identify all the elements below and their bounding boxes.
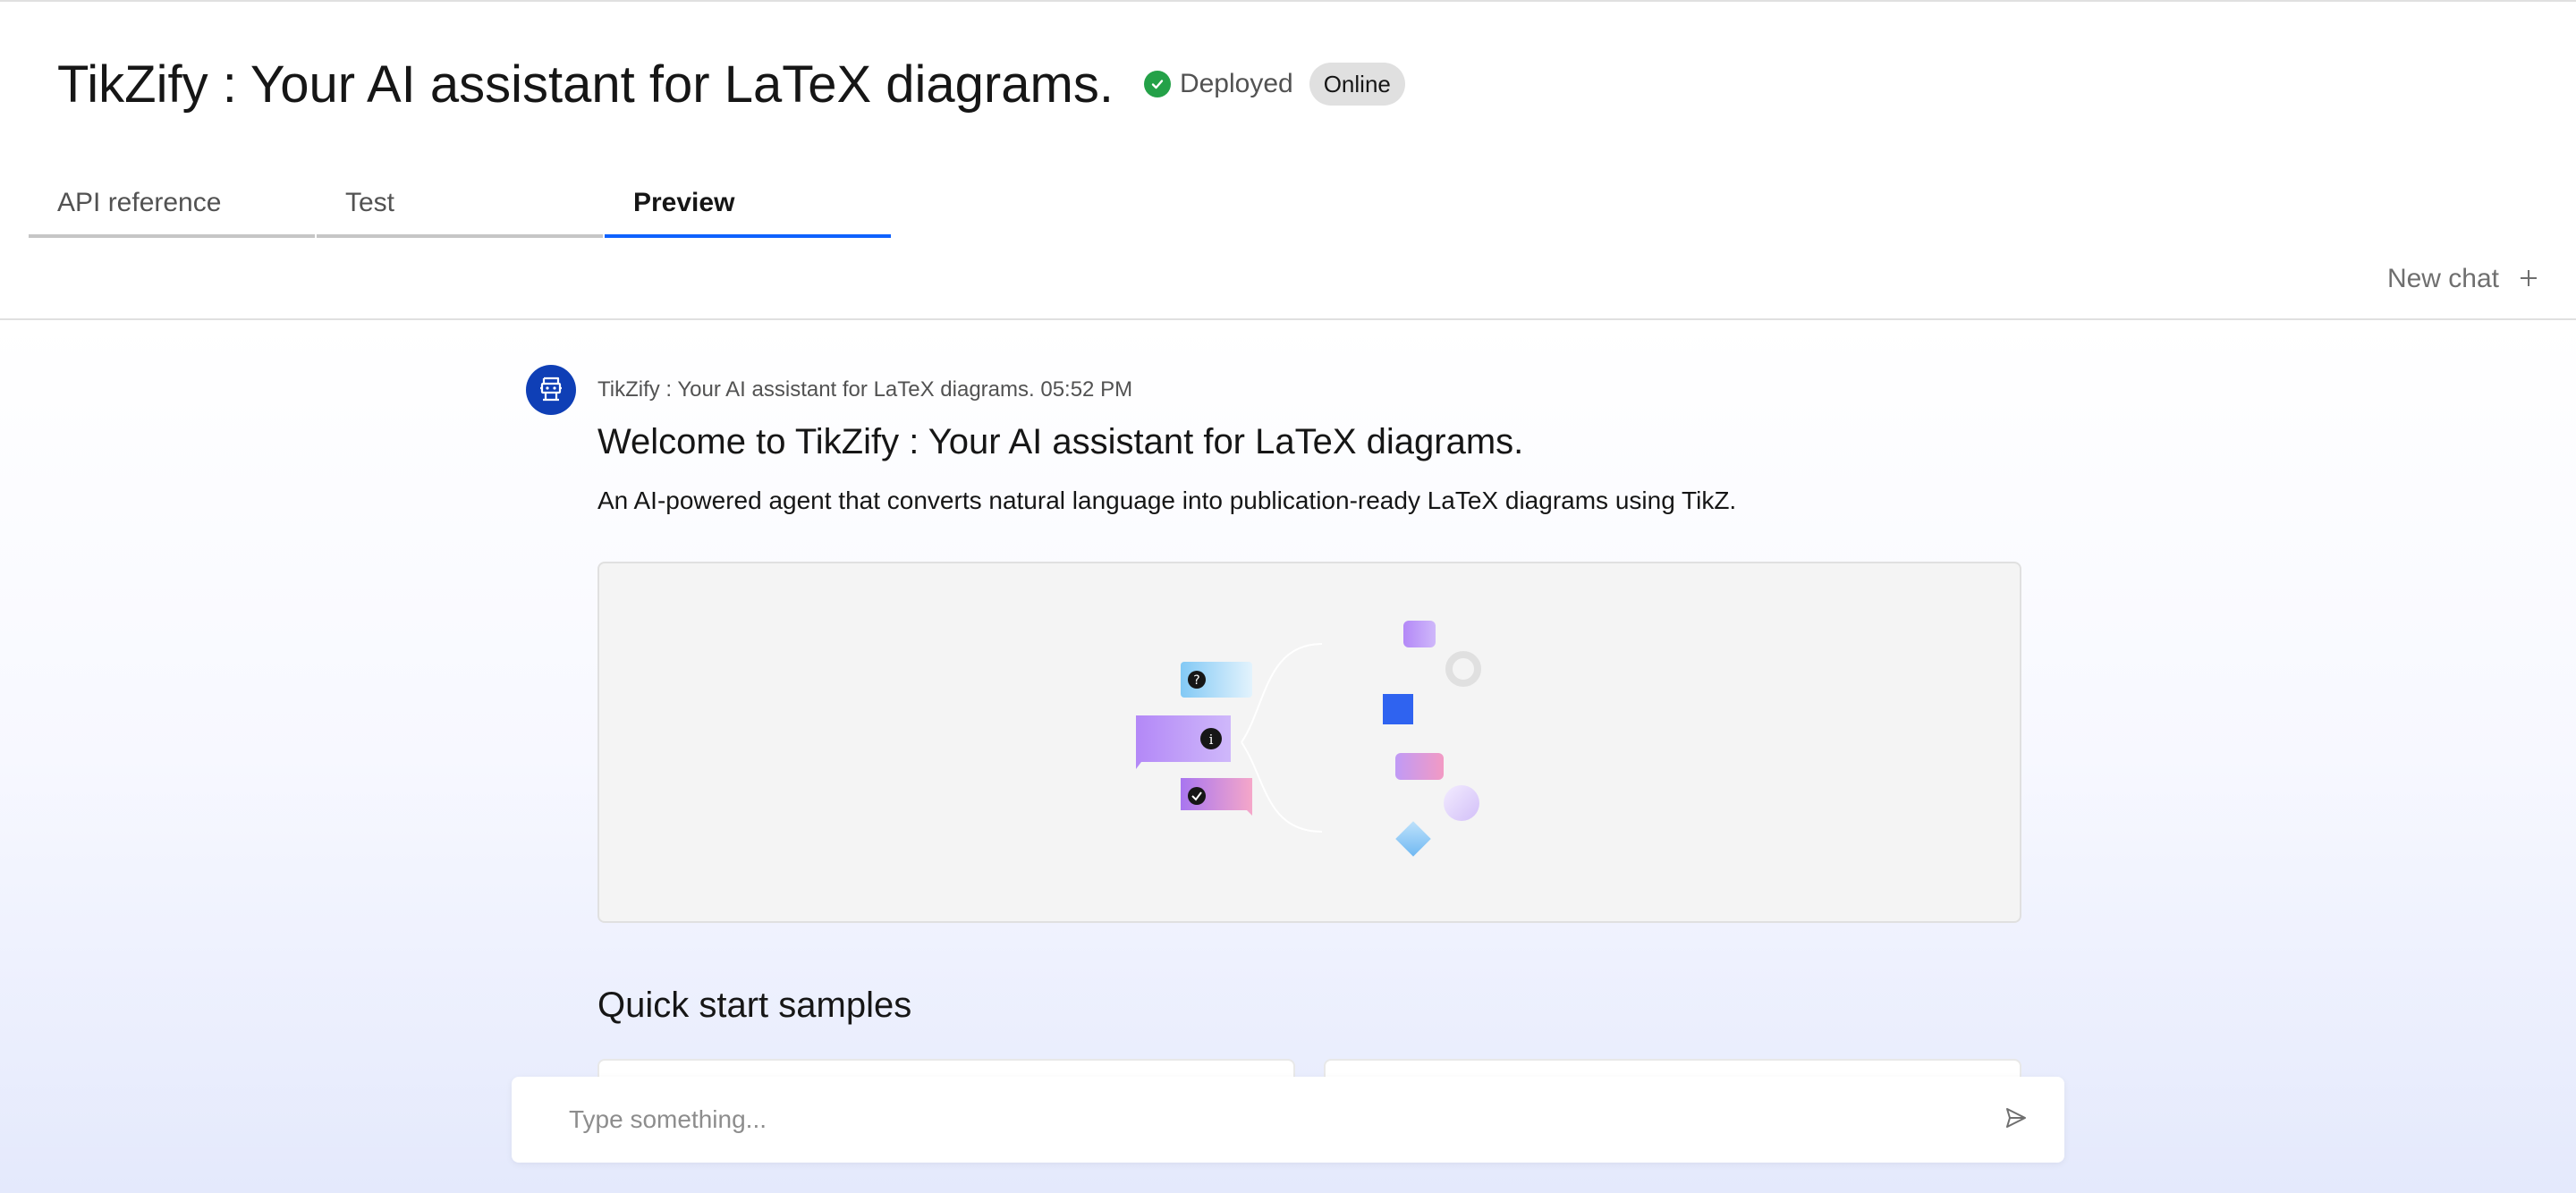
message-input[interactable]	[569, 1093, 1989, 1146]
page-title: TikZify : Your AI assistant for LaTeX di…	[57, 55, 1114, 114]
quick-start-title: Quick start samples	[597, 986, 912, 1025]
new-chat-label: New chat	[2386, 263, 2499, 293]
deployment-status: Deployed Online	[1143, 63, 1405, 106]
robot-icon	[526, 365, 576, 415]
message-meta: TikZify : Your AI assistant for LaTeX di…	[597, 377, 1132, 402]
svg-text:?: ?	[1193, 673, 1199, 688]
checkmark-circle-icon	[1143, 71, 1171, 97]
plus-icon	[2519, 261, 2538, 296]
send-button[interactable]	[1989, 1093, 2043, 1146]
tab-list: API reference Test Preview	[29, 172, 893, 238]
tab-api-reference[interactable]: API reference	[29, 172, 315, 238]
message-input-bar	[512, 1077, 2064, 1163]
new-chat-button[interactable]: New chat	[2387, 261, 2538, 296]
svg-text:i: i	[1209, 732, 1214, 748]
status-badge: Online	[1309, 63, 1405, 106]
chat-area: TikZify : Your AI assistant for LaTeX di…	[0, 322, 2576, 1193]
welcome-illustration: ? i	[597, 562, 2021, 923]
message-time: 05:52 PM	[1040, 377, 1133, 402]
message-sender: TikZify : Your AI assistant for LaTeX di…	[597, 377, 1035, 402]
welcome-title: Welcome to TikZify : Your AI assistant f…	[597, 422, 1524, 461]
flow-illustration: ? i	[1136, 621, 1481, 857]
page-header: TikZify : Your AI assistant for LaTeX di…	[0, 2, 2576, 320]
status-text: Deployed	[1179, 69, 1293, 98]
tab-test[interactable]: Test	[317, 172, 603, 238]
send-icon	[2004, 1106, 2028, 1134]
tab-preview[interactable]: Preview	[605, 172, 891, 238]
welcome-description: An AI-powered agent that converts natura…	[597, 487, 1737, 514]
title-row: TikZify : Your AI assistant for LaTeX di…	[57, 48, 1405, 120]
